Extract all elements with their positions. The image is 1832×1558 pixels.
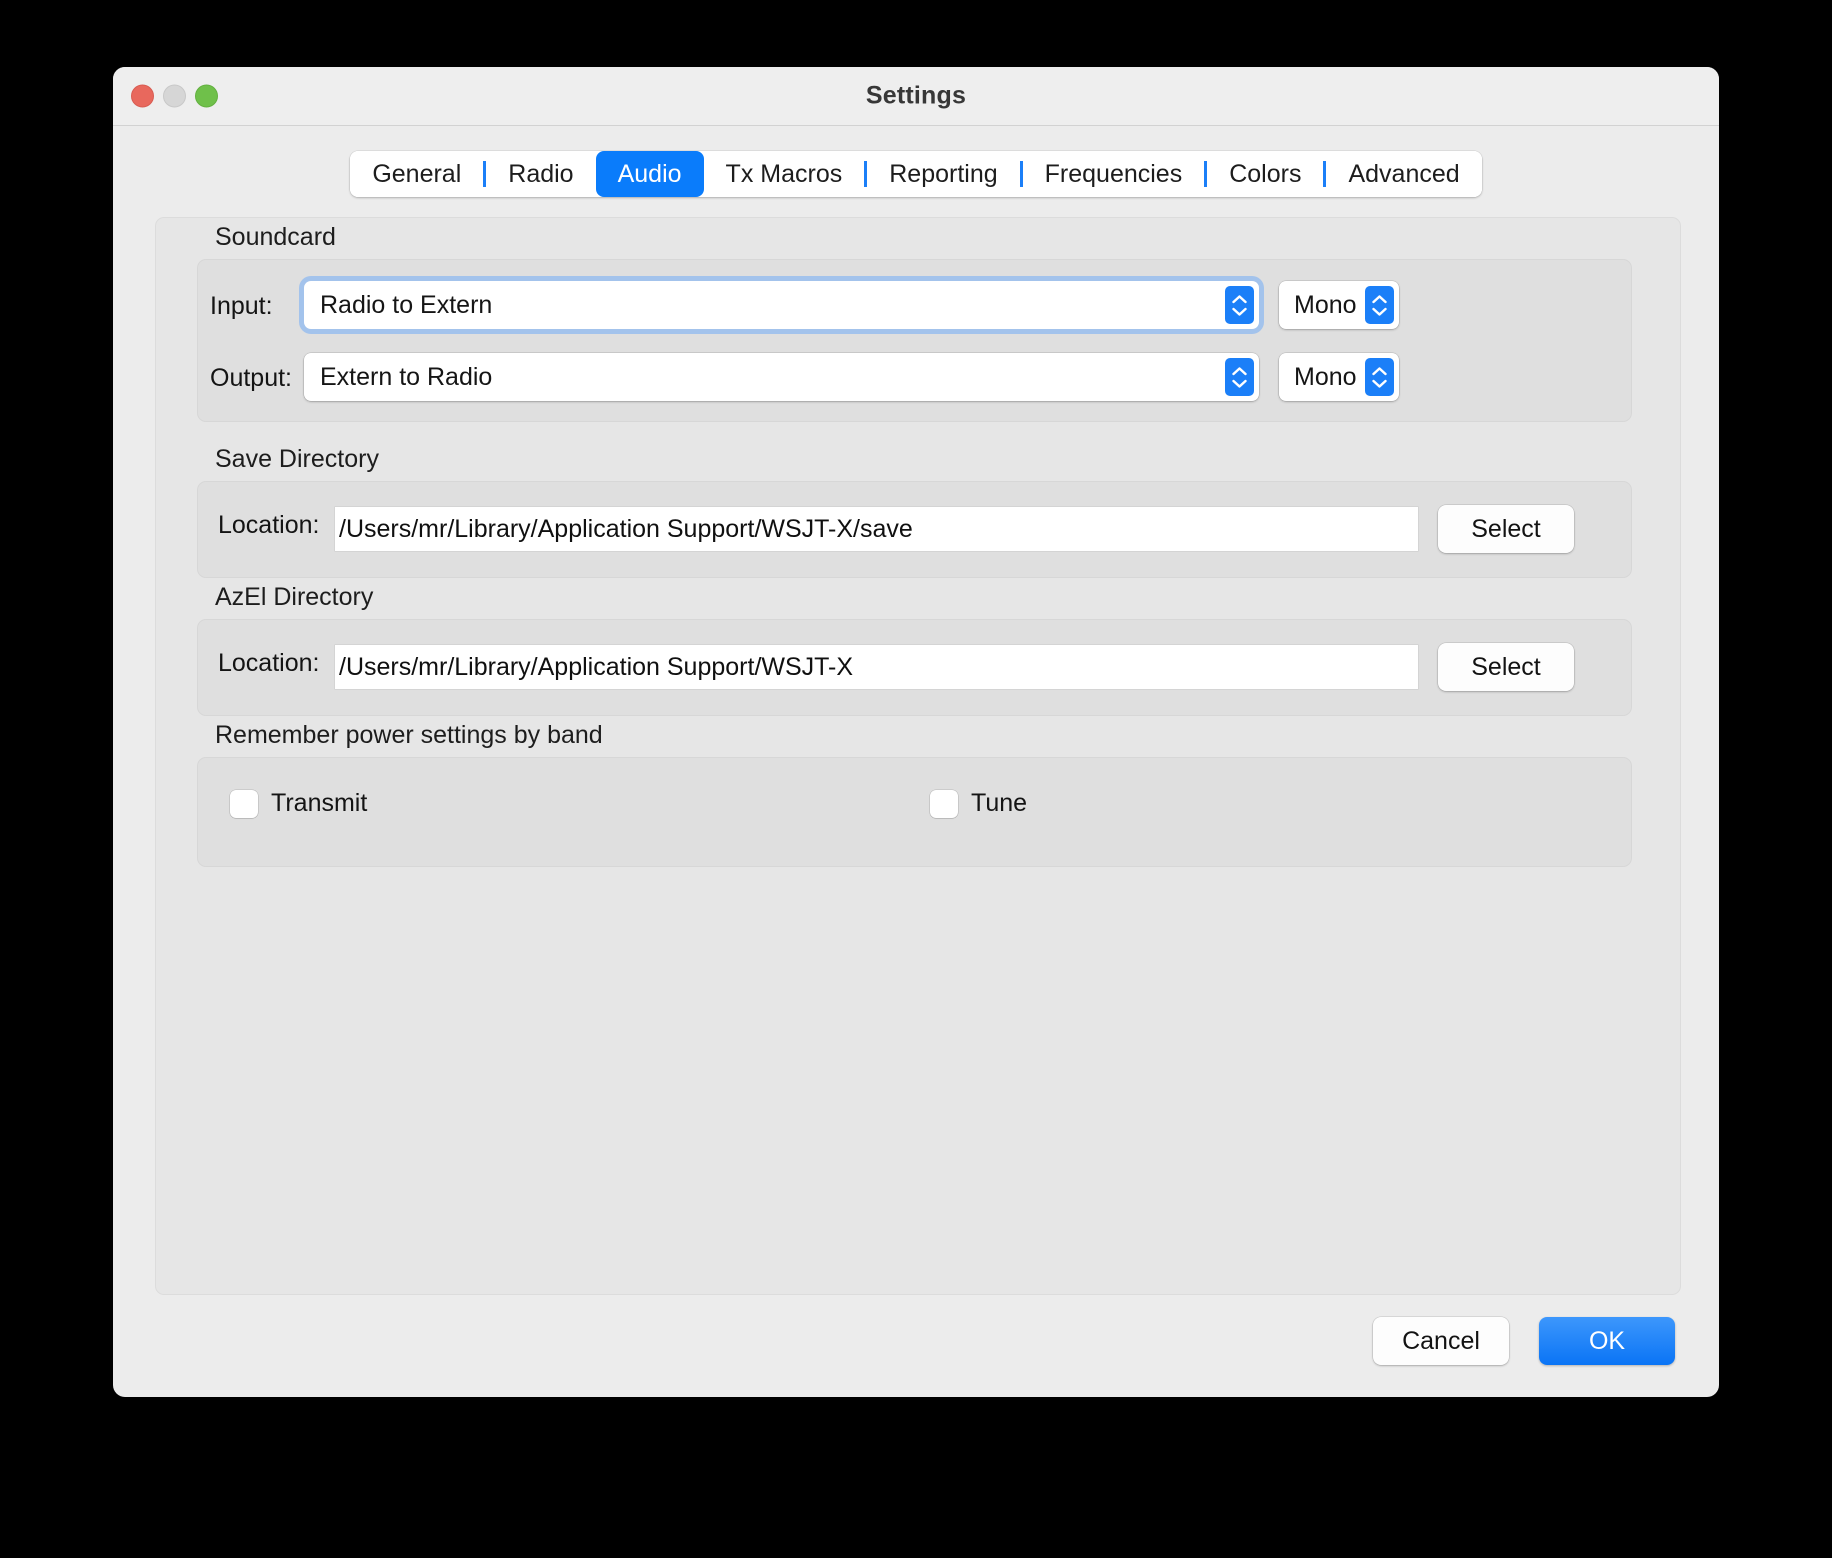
input-label: Input: [210, 292, 273, 320]
tab-general[interactable]: General [350, 151, 484, 197]
tab-bar: General Radio Audio Tx Macros Reporting … [350, 151, 1482, 197]
save-location-field[interactable]: /Users/mr/Library/Application Support/WS… [335, 507, 1418, 551]
window-title: Settings [865, 81, 967, 110]
tab-radio[interactable]: Radio [486, 151, 596, 197]
soundcard-group: Soundcard Input: Radio to Extern Mono Ou… [197, 223, 1632, 422]
output-channel-popup[interactable]: Mono [1279, 353, 1399, 401]
tab-tx-macros[interactable]: Tx Macros [703, 151, 865, 197]
output-channel-value: Mono [1294, 362, 1357, 391]
power-settings-group: Remember power settings by band Transmit… [197, 721, 1632, 867]
tab-advanced[interactable]: Advanced [1326, 151, 1482, 197]
chevron-up-down-icon[interactable] [1225, 286, 1254, 324]
output-device-value: Extern to Radio [320, 362, 493, 391]
input-channel-value: Mono [1294, 290, 1357, 319]
tab-audio[interactable]: Audio [595, 151, 704, 197]
tab-frequencies[interactable]: Frequencies [1022, 151, 1205, 197]
azel-location-label: Location: [218, 649, 320, 677]
azel-directory-select-button[interactable]: Select [1438, 643, 1574, 691]
cancel-button[interactable]: Cancel [1373, 1317, 1509, 1365]
save-location-value: /Users/mr/Library/Application Support/WS… [339, 514, 913, 543]
output-device-combobox[interactable]: Extern to Radio [304, 353, 1259, 401]
tune-checkbox[interactable] [930, 789, 958, 818]
ok-button[interactable]: OK [1539, 1317, 1675, 1365]
window-titlebar: Settings [113, 67, 1719, 126]
output-label: Output: [210, 364, 292, 392]
input-device-combobox[interactable]: Radio to Extern [304, 281, 1259, 329]
save-directory-group-title: Save Directory [212, 445, 385, 474]
tune-checkbox-label: Tune [971, 789, 1028, 817]
settings-window: Settings General Radio Audio Tx Macros R… [113, 67, 1719, 1397]
save-directory-group: Save Directory Location: /Users/mr/Libra… [197, 445, 1632, 578]
settings-content-panel: Soundcard Input: Radio to Extern Mono Ou… [155, 217, 1681, 1295]
tab-colors[interactable]: Colors [1207, 151, 1324, 197]
input-channel-popup[interactable]: Mono [1279, 281, 1399, 329]
tune-checkbox-row[interactable]: Tune [930, 789, 1027, 818]
azel-location-value: /Users/mr/Library/Application Support/WS… [339, 652, 854, 681]
azel-directory-group-title: AzEl Directory [212, 583, 380, 612]
tab-reporting[interactable]: Reporting [867, 151, 1020, 197]
power-settings-group-title: Remember power settings by band [212, 721, 609, 750]
tab-bar-wrapper: General Radio Audio Tx Macros Reporting … [113, 151, 1719, 197]
input-device-value: Radio to Extern [320, 290, 493, 319]
azel-directory-group: AzEl Directory Location: /Users/mr/Libra… [197, 583, 1632, 716]
save-location-label: Location: [218, 511, 320, 539]
chevron-up-down-icon[interactable] [1364, 286, 1394, 324]
chevron-up-down-icon[interactable] [1225, 358, 1254, 396]
transmit-checkbox-row[interactable]: Transmit [230, 789, 367, 818]
soundcard-group-title: Soundcard [212, 223, 342, 252]
chevron-up-down-icon[interactable] [1364, 358, 1394, 396]
save-directory-select-button[interactable]: Select [1438, 505, 1574, 553]
dialog-button-bar: Cancel OK [1373, 1317, 1675, 1365]
transmit-checkbox[interactable] [230, 789, 258, 818]
azel-location-field[interactable]: /Users/mr/Library/Application Support/WS… [335, 645, 1418, 689]
transmit-checkbox-label: Transmit [271, 789, 368, 817]
